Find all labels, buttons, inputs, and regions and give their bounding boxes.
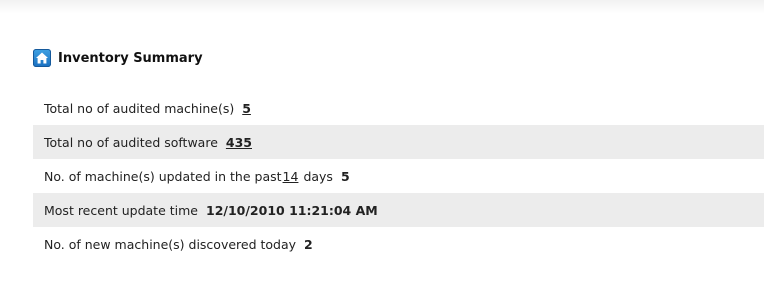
summary-list: Total no of audited machine(s) 5 Total n…	[33, 91, 764, 261]
row-label-prefix: No. of machine(s) updated in the past	[44, 168, 282, 184]
row-label-suffix: days	[303, 168, 333, 184]
inventory-summary-page: Inventory Summary Total no of audited ma…	[0, 0, 764, 300]
row-audited-machines: Total no of audited machine(s) 5	[33, 91, 764, 125]
row-label: Total no of audited software	[44, 134, 218, 150]
recent-update-value: 12/10/2010 11:21:04 AM	[206, 202, 378, 218]
row-label: No. of new machine(s) discovered today	[44, 236, 297, 252]
row-label: Total no of audited machine(s)	[44, 100, 235, 116]
audited-machines-link[interactable]: 5	[242, 101, 251, 116]
home-icon-glyph	[36, 52, 48, 64]
row-audited-software: Total no of audited software 435	[33, 125, 764, 159]
row-recent-update: Most recent update time 12/10/2010 11:21…	[33, 193, 764, 227]
inventory-summary-panel: Inventory Summary Total no of audited ma…	[0, 0, 764, 300]
machines-updated-value: 5	[340, 168, 350, 184]
audited-software-link[interactable]: 435	[226, 135, 252, 150]
days-link[interactable]: 14	[283, 169, 299, 184]
row-label: Most recent update time	[44, 202, 198, 218]
home-icon[interactable]	[33, 49, 51, 67]
panel-title: Inventory Summary	[58, 50, 203, 66]
row-machines-updated: No. of machine(s) updated in the past 14…	[33, 159, 764, 193]
row-new-machines: No. of new machine(s) discovered today 2	[33, 227, 764, 261]
new-machines-value: 2	[304, 236, 313, 252]
panel-header: Inventory Summary	[33, 48, 203, 68]
